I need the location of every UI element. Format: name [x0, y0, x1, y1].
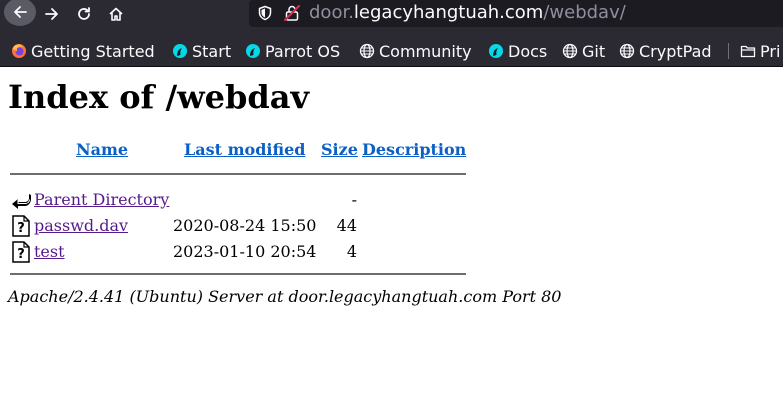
sort-by-last-modified-link[interactable]: Last modified	[184, 140, 305, 159]
page-content: Index of /webdav Name Last modified Size…	[0, 67, 783, 404]
bookmark-parrot-os[interactable]: Parrot OS	[245, 39, 340, 63]
bookmark-git[interactable]: Git	[562, 39, 605, 63]
bookmark-label: Docs	[508, 41, 548, 61]
bookmarks-toolbar: Getting Started Start Parrot OS Communit…	[0, 27, 783, 67]
bookmark-start[interactable]: Start	[172, 39, 231, 63]
bookmark-folder[interactable]: Pri	[740, 39, 780, 63]
globe-icon	[619, 43, 635, 59]
sort-by-size-link[interactable]: Size	[321, 140, 358, 159]
svg-text:?: ?	[17, 221, 25, 236]
bookmark-label: CryptPad	[639, 41, 712, 61]
globe-icon	[359, 43, 375, 59]
page-title: Index of /webdav	[8, 78, 310, 116]
table-row: ? test 2023-01-10 20:54 4	[10, 239, 466, 265]
parrot-icon	[173, 44, 187, 58]
url-host: legacyhangtuah.com	[353, 2, 544, 23]
parent-directory-link[interactable]: Parent Directory	[34, 190, 169, 209]
bookmark-label: Start	[192, 41, 232, 61]
forward-button[interactable]	[36, 0, 68, 27]
back-icon	[12, 194, 31, 209]
folder-icon	[740, 45, 756, 58]
bookmark-cryptpad[interactable]: CryptPad	[619, 39, 712, 63]
bookmark-docs[interactable]: Docs	[488, 39, 547, 63]
parrot-icon	[489, 44, 503, 58]
url-text[interactable]: door.legacyhangtuah.com/webdav/	[309, 1, 626, 25]
column-header-size: Size	[321, 140, 358, 159]
reload-icon	[78, 6, 90, 20]
url-bar[interactable]: door.legacyhangtuah.com/webdav/	[249, 0, 783, 27]
table-row: Parent Directory -	[10, 187, 466, 213]
size-cell: -	[351, 190, 357, 209]
column-header-name: Name	[76, 140, 128, 159]
bookmark-label: Parrot OS	[265, 41, 341, 61]
back-button[interactable]	[4, 0, 36, 26]
table-row: ? passwd.dav 2020-08-24 15:50 44	[10, 213, 466, 239]
home-button[interactable]	[100, 0, 132, 27]
bookmark-label: Git	[582, 41, 606, 61]
server-signature: Apache/2.4.41 (Ubuntu) Server at door.le…	[8, 287, 562, 306]
bookmark-label: Pri	[760, 41, 781, 61]
home-icon	[109, 7, 123, 21]
sort-by-description-link[interactable]: Description	[362, 140, 466, 159]
column-header-description: Description	[362, 140, 466, 159]
parrot-icon	[246, 44, 260, 58]
firefox-icon	[12, 44, 26, 58]
bookmark-getting-started[interactable]: Getting Started	[11, 39, 155, 63]
url-subdomain: door.	[309, 2, 354, 23]
size-cell: 4	[346, 242, 357, 261]
bookmark-community[interactable]: Community	[359, 39, 472, 63]
unknown-file-icon: ?	[12, 241, 30, 263]
unknown-file-icon: ?	[12, 215, 30, 237]
last-modified-cell: 2020-08-24 15:50	[173, 216, 317, 235]
column-header-last-modified: Last modified	[184, 140, 305, 159]
file-link-passwd-dav[interactable]: passwd.dav	[34, 216, 128, 235]
arrow-right-icon	[45, 7, 58, 20]
file-link-test[interactable]: test	[34, 242, 65, 261]
arrow-left-icon	[14, 6, 27, 18]
bookmark-label: Community	[379, 41, 472, 61]
last-modified-cell: 2023-01-10 20:54	[173, 242, 317, 261]
reload-button[interactable]	[68, 0, 100, 27]
size-cell: 44	[336, 216, 357, 235]
sort-by-name-link[interactable]: Name	[76, 140, 128, 159]
insecure-lock-icon[interactable]	[283, 4, 301, 22]
svg-text:?: ?	[17, 247, 25, 262]
url-path: /webdav/	[543, 2, 626, 23]
footer-divider	[10, 273, 466, 275]
tracking-shield-icon[interactable]	[257, 5, 273, 21]
globe-icon	[562, 43, 578, 59]
bookmarks-separator	[728, 43, 729, 59]
bookmark-label: Getting Started	[31, 41, 155, 61]
header-divider	[10, 173, 466, 175]
browser-navbar: door.legacyhangtuah.com/webdav/	[0, 0, 783, 27]
